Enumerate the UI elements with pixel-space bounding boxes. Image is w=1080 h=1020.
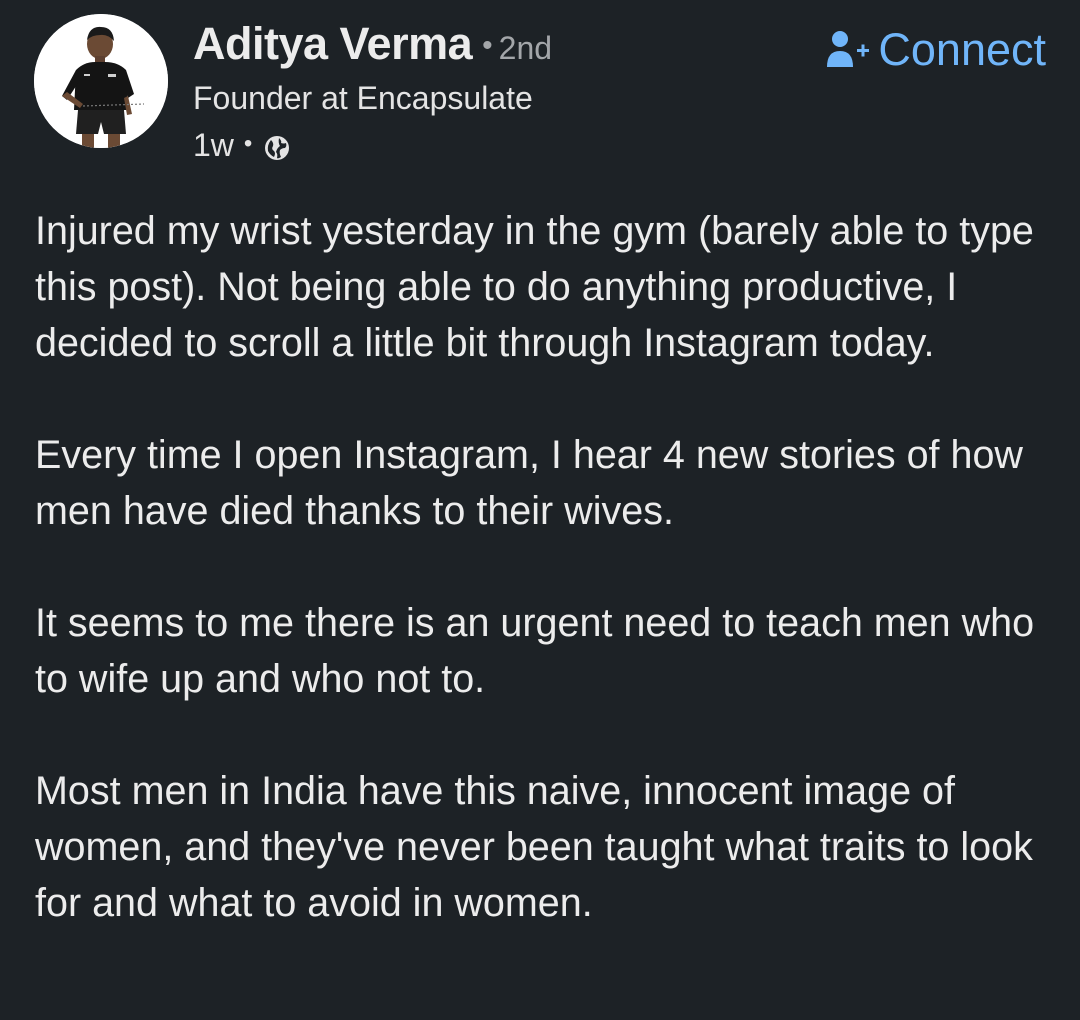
author-avatar[interactable]: [34, 14, 168, 148]
add-person-icon: [826, 27, 870, 73]
profile-photo: [34, 14, 168, 148]
post-paragraph: Every time I open Instagram, I hear 4 ne…: [35, 433, 1023, 533]
post-body: Injured my wrist yesterday in the gym (b…: [35, 203, 1055, 931]
connection-degree: 2nd: [498, 30, 553, 66]
connect-button[interactable]: Connect: [826, 24, 1046, 76]
author-headline: Founder at Encapsulate: [193, 80, 533, 116]
separator-dot: •: [482, 29, 493, 62]
post-paragraph: Injured my wrist yesterday in the gym (b…: [35, 209, 1034, 365]
post-paragraph: It seems to me there is an urgent need t…: [35, 601, 1035, 701]
globe-icon: [262, 133, 292, 163]
author-name[interactable]: Aditya Verma: [193, 18, 473, 70]
author-name-row: Aditya Verma • 2nd: [193, 18, 552, 70]
post-header: Aditya Verma • 2nd Founder at Encapsulat…: [193, 18, 552, 164]
post-paragraph: Most men in India have this naive, innoc…: [35, 769, 1033, 925]
separator-dot: •: [243, 129, 253, 157]
feed-post: Aditya Verma • 2nd Founder at Encapsulat…: [0, 0, 1080, 1020]
connect-label: Connect: [878, 24, 1046, 75]
post-time: 1w: [193, 127, 234, 163]
post-meta: 1w •: [193, 127, 552, 164]
